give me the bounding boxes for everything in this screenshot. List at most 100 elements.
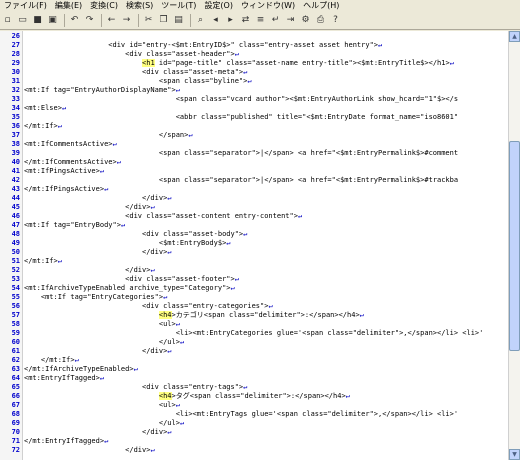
code-line[interactable]: 41 <mt:IfPingsActive>↵ xyxy=(0,167,508,176)
line-break-icon: ↵ xyxy=(345,392,350,400)
code-line[interactable]: 26 xyxy=(0,32,508,41)
code-line[interactable]: 70 </div>↵ xyxy=(0,428,508,437)
code-line[interactable]: 54 <mt:IfArchiveTypeEnabled archive_type=… xyxy=(0,284,508,293)
code-line[interactable]: 56 <div class="entry-categories">↵ xyxy=(0,302,508,311)
menu-item[interactable]: ウィンドウ(W) xyxy=(237,0,299,12)
code-line[interactable]: 31 <span class="byline">↵ xyxy=(0,77,508,86)
line-number: 29 xyxy=(11,59,20,67)
code-line[interactable]: 62 </mt:If>↵ xyxy=(0,356,508,365)
cut-icon[interactable]: ✂ xyxy=(142,14,155,27)
line-text: <ul>↵ xyxy=(24,401,180,410)
redo-icon[interactable]: ↷ xyxy=(83,14,96,27)
line-text: <div class="asset-footer">↵ xyxy=(24,275,239,284)
code-line[interactable]: 63 </mt:IfArchiveTypeEnabled>↵ xyxy=(0,365,508,374)
menu-item[interactable]: 編集(E) xyxy=(51,0,86,12)
line-number: 59 xyxy=(11,329,20,337)
code-line[interactable]: 60 </ul>↵ xyxy=(0,338,508,347)
scroll-thumb[interactable] xyxy=(509,141,520,351)
line-number: 64 xyxy=(11,374,20,382)
jump-icon[interactable]: ↵ xyxy=(269,14,282,27)
forward-icon[interactable]: → xyxy=(120,14,133,27)
code-line[interactable]: 61 </div>↵ xyxy=(0,347,508,356)
code-line[interactable]: 58 <ul>↵ xyxy=(0,320,508,329)
code-line[interactable]: 68 <li><mt:EntryTags glue='<span class="… xyxy=(0,410,508,419)
code-line[interactable]: 48 <div class="asset-body">↵ xyxy=(0,230,508,239)
code-line[interactable]: 34 <mt:Else>↵ xyxy=(0,104,508,113)
back-icon[interactable]: ← xyxy=(105,14,118,27)
new-file-icon[interactable]: ▫ xyxy=(1,14,14,27)
menu-item[interactable]: 変換(C) xyxy=(86,0,122,12)
code-line[interactable]: 46 <div class="asset-content entry-conte… xyxy=(0,212,508,221)
code-line[interactable]: 30 <div class="asset-meta">↵ xyxy=(0,68,508,77)
line-text: <h4>タグ<span class="delimiter">:</span></… xyxy=(24,392,350,401)
code-line[interactable]: 32 <mt:If tag="EntryAuthorDisplayName">↵ xyxy=(0,86,508,95)
code-line[interactable]: 57 <h4>カテゴリ<span class="delimiter">:</sp… xyxy=(0,311,508,320)
find-next-icon[interactable]: ▸ xyxy=(224,14,237,27)
code-line[interactable]: 72 </div>↵ xyxy=(0,446,508,455)
vertical-scrollbar[interactable]: ▲ ▼ xyxy=(508,31,520,460)
code-line[interactable]: 49 <$mt:EntryBody$>↵ xyxy=(0,239,508,248)
code-editor[interactable]: 26 27 <div id="entry-<$mt:EntryID$>" clas… xyxy=(0,31,508,460)
code-line[interactable]: 66 <h4>タグ<span class="delimiter">:</span… xyxy=(0,392,508,401)
save-icon[interactable]: ■ xyxy=(31,14,44,27)
code-line[interactable]: 35 <abbr class="published" title="<$mt:E… xyxy=(0,113,508,122)
menu-item[interactable]: ヘルプ(H) xyxy=(299,0,343,12)
code-text-rest: id="page-title" class="asset-name entry-… xyxy=(154,59,450,67)
code-line[interactable]: 43 </mt:IfPingsActive>↵ xyxy=(0,185,508,194)
line-text: <span class="vcard author"><$mt:EntryAut… xyxy=(24,95,458,104)
code-line[interactable]: 55 <mt:If tag="EntryCategories">↵ xyxy=(0,293,508,302)
menu-item[interactable]: ファイル(F) xyxy=(0,0,51,12)
line-break-icon: ↵ xyxy=(247,77,252,85)
code-line[interactable]: 37 </span>↵ xyxy=(0,131,508,140)
code-line[interactable]: 28 <div class="asset-header">↵ xyxy=(0,50,508,59)
code-line[interactable]: 64 <mt:EntryIfTagged>↵ xyxy=(0,374,508,383)
grep-icon[interactable]: ≡ xyxy=(254,14,267,27)
code-line[interactable]: 40 </mt:IfCommentsActive>↵ xyxy=(0,158,508,167)
menu-item[interactable]: 設定(O) xyxy=(200,0,237,12)
code-line[interactable]: 36 </mt:If>↵ xyxy=(0,122,508,131)
replace-icon[interactable]: ⇄ xyxy=(239,14,252,27)
code-line[interactable]: 53 <div class="asset-footer">↵ xyxy=(0,275,508,284)
code-line[interactable]: 52 </div>↵ xyxy=(0,266,508,275)
line-break-icon: ↵ xyxy=(167,248,172,256)
print-icon[interactable]: ⎙ xyxy=(314,14,327,27)
toolbar-separator xyxy=(101,14,102,27)
code-line[interactable]: 71 </mt:EntryIfTagged>↵ xyxy=(0,437,508,446)
save-all-icon[interactable]: ▣ xyxy=(46,14,59,27)
code-line[interactable]: 65 <div class="entry-tags">↵ xyxy=(0,383,508,392)
code-line[interactable]: 38 <mt:IfCommentsActive>↵ xyxy=(0,140,508,149)
open-folder-icon[interactable]: ▭ xyxy=(16,14,29,27)
code-line[interactable]: 39 <span class="separator">|</span> <a h… xyxy=(0,149,508,158)
scroll-up-arrow-icon[interactable]: ▲ xyxy=(509,31,520,42)
code-line[interactable]: 42 <span class="separator">|</span> <a h… xyxy=(0,176,508,185)
code-line[interactable]: 50 </div>↵ xyxy=(0,248,508,257)
code-line[interactable]: 59 <li><mt:EntryCategories glue='<span c… xyxy=(0,329,508,338)
find-prev-icon[interactable]: ◂ xyxy=(209,14,222,27)
code-text: <div id="entry-<$mt:EntryID$>" class="en… xyxy=(24,41,379,49)
settings-icon[interactable]: ⚙ xyxy=(299,14,312,27)
code-line[interactable]: 67 <ul>↵ xyxy=(0,401,508,410)
line-text: </div>↵ xyxy=(24,266,155,275)
menu-item[interactable]: 検索(S) xyxy=(122,0,157,12)
scroll-down-arrow-icon[interactable]: ▼ xyxy=(509,449,520,460)
code-text: </div> xyxy=(24,428,168,436)
code-text: <mt:IfCommentsActive> xyxy=(24,140,113,148)
code-line[interactable]: 51 </mt:If>↵ xyxy=(0,257,508,266)
line-number: 62 xyxy=(11,356,20,364)
line-text: <mt:If tag="EntryAuthorDisplayName">↵ xyxy=(24,86,180,95)
code-line[interactable]: 69 </ul>↵ xyxy=(0,419,508,428)
menu-item[interactable]: ツール(T) xyxy=(157,0,200,12)
code-line[interactable]: 27 <div id="entry-<$mt:EntryID$>" class=… xyxy=(0,41,508,50)
undo-icon[interactable]: ↶ xyxy=(68,14,81,27)
code-line[interactable]: 29 <h1 id="page-title" class="asset-name… xyxy=(0,59,508,68)
code-line[interactable]: 44 </div>↵ xyxy=(0,194,508,203)
code-line[interactable]: 33 <span class="vcard author"><$mt:Entry… xyxy=(0,95,508,104)
help-icon[interactable]: ? xyxy=(329,14,342,27)
code-line[interactable]: 45 </div>↵ xyxy=(0,203,508,212)
paste-icon[interactable]: ▤ xyxy=(172,14,185,27)
find-icon[interactable]: ⌕ xyxy=(194,14,207,27)
copy-icon[interactable]: ❐ xyxy=(157,14,170,27)
code-line[interactable]: 47 <mt:If tag="EntryBody">↵ xyxy=(0,221,508,230)
tag-jump-icon[interactable]: ⇥ xyxy=(284,14,297,27)
